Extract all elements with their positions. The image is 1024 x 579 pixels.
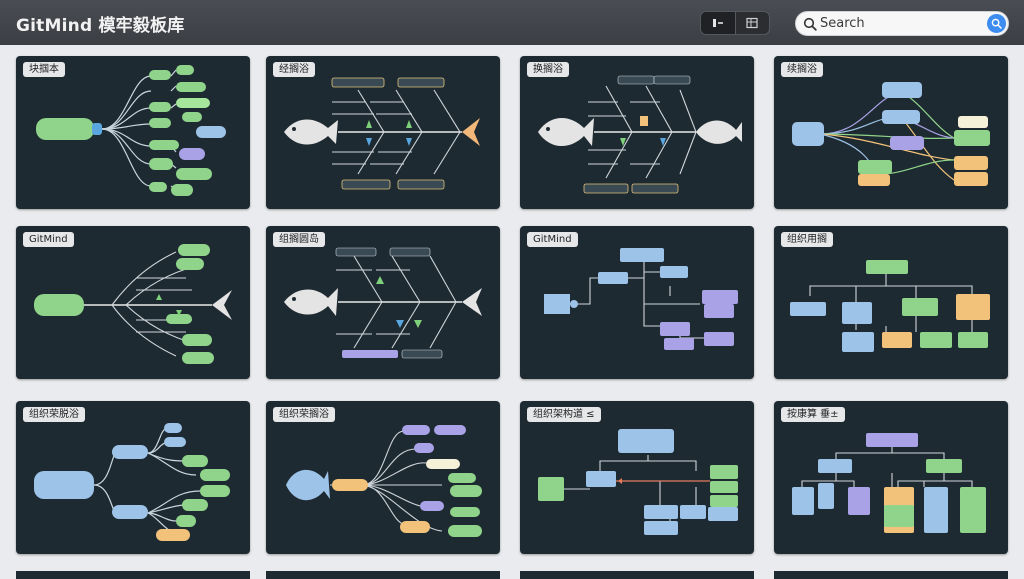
search-submit-button[interactable] <box>987 14 1006 33</box>
list-view-icon <box>746 17 758 29</box>
card-title: 换搁浴 <box>527 62 569 77</box>
card-title: 组织荣搁浴 <box>273 407 335 422</box>
search-box <box>795 11 1009 36</box>
template-card[interactable]: 按康算 垂± <box>774 401 1008 554</box>
template-card-partial <box>266 571 500 579</box>
template-card[interactable]: GitMind <box>520 226 754 379</box>
template-card-partial <box>520 571 754 579</box>
template-card[interactable]: 组织架构道 ≤ <box>520 401 754 554</box>
card-title: GitMind <box>23 232 74 247</box>
template-grid: 块掴本 经搁浴 换搁浴 续搁浴 GitMind 组搁圆岛 GitMind 组织用… <box>0 45 1024 576</box>
template-card[interactable]: 续搁浴 <box>774 56 1008 209</box>
gallery-view-icon <box>712 19 723 27</box>
search-input[interactable] <box>820 14 980 33</box>
view-toggle <box>700 11 770 35</box>
app-title: GitMind 模牢毅板库 <box>16 16 185 36</box>
org-chart-thumbnail <box>790 260 990 352</box>
card-title: GitMind <box>527 232 578 247</box>
flow-thumbnail <box>544 248 738 350</box>
mindmap-thumbnail <box>36 65 226 196</box>
card-title: 组搁圆岛 <box>273 232 325 247</box>
template-card-partial <box>16 571 250 579</box>
top-bar: GitMind 模牢毅板库 <box>0 0 1024 45</box>
list-view-button[interactable] <box>734 12 770 34</box>
template-card[interactable]: 块掴本 <box>16 56 250 209</box>
network-thumbnail <box>792 82 990 186</box>
card-title: 按康算 垂± <box>781 407 845 422</box>
gallery-view-button[interactable] <box>701 12 735 34</box>
card-title: 组织荣脱浴 <box>23 407 85 422</box>
template-card[interactable]: GitMind <box>16 226 250 379</box>
fishbone-thumbnail <box>284 247 482 359</box>
flow-thumbnail <box>538 429 738 535</box>
template-card[interactable]: 组织用搁 <box>774 226 1008 379</box>
template-card[interactable]: 组搁圆岛 <box>266 226 500 379</box>
template-card[interactable]: 组织荣搁浴 <box>266 401 500 554</box>
card-title: 续搁浴 <box>781 62 823 77</box>
fishbone-tree-thumbnail <box>286 425 482 537</box>
card-title: 块掴本 <box>23 62 65 77</box>
template-card[interactable]: 经搁浴 <box>266 56 500 209</box>
fishbone-thumbnail <box>284 77 480 190</box>
search-icon <box>803 17 817 31</box>
template-card-partial <box>774 571 1008 579</box>
mindmap-thumbnail <box>34 423 230 541</box>
fishbone-thumbnail <box>34 244 232 364</box>
search-submit-icon <box>991 18 1002 29</box>
card-title: 组织架构道 ≤ <box>527 407 601 422</box>
template-card[interactable]: 组织荣脱浴 <box>16 401 250 554</box>
org-chart-thumbnail <box>792 433 986 533</box>
template-card[interactable]: 换搁浴 <box>520 56 754 209</box>
card-title: 经搁浴 <box>273 62 315 77</box>
card-title: 组织用搁 <box>781 232 833 247</box>
fishbone-thumbnail <box>538 75 742 194</box>
